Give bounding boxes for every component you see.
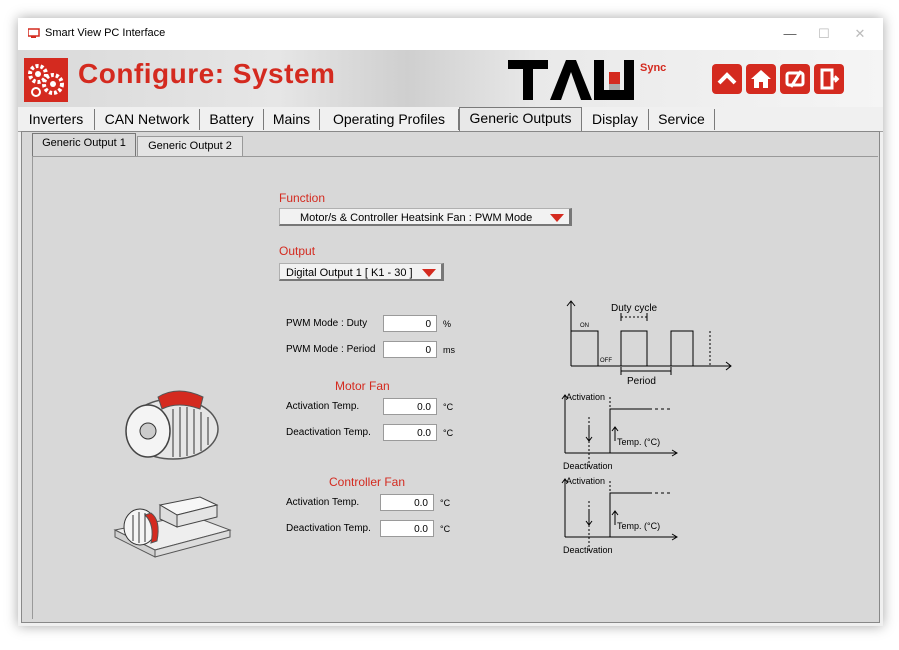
tab-can-network[interactable]: CAN Network — [95, 109, 200, 130]
chevron-up-icon — [717, 72, 737, 85]
tab-generic-outputs[interactable]: Generic Outputs — [459, 107, 582, 132]
tab-inverters[interactable]: Inverters — [18, 109, 95, 130]
temp-label: Temp. (°C) — [617, 437, 660, 447]
motor-activation-unit: °C — [443, 402, 454, 412]
pwm-waveform-diagram: Duty cycle ON OFF Period — [566, 300, 732, 387]
wrench-icon — [785, 70, 805, 88]
off-label: OFF — [600, 358, 612, 364]
function-dropdown[interactable]: Motor/s & Controller Heatsink Fan : PWM … — [279, 208, 572, 226]
motor-deactivation-field[interactable]: 0.0 — [383, 424, 437, 441]
activation-label: Activation — [566, 476, 605, 486]
on-label: ON — [580, 323, 589, 329]
app-header: Configure: System Sync — [18, 50, 883, 107]
deactivation-label: Deactivation — [563, 461, 613, 471]
home-icon — [751, 70, 771, 88]
deactivation-label: Deactivation — [563, 545, 613, 555]
close-button[interactable]: ✕ — [840, 22, 880, 46]
controller-activation-label: Activation Temp. — [286, 497, 360, 508]
tools-button[interactable] — [780, 64, 810, 94]
output-label: Output — [279, 244, 316, 258]
pwm-period-field[interactable]: 0 — [383, 341, 437, 358]
subtab-generic-output-2[interactable]: Generic Output 2 — [137, 136, 243, 156]
controller-illustration — [113, 496, 232, 558]
maximize-button[interactable]: ☐ — [804, 22, 844, 46]
motor-fan-title: Motor Fan — [335, 379, 390, 393]
pwm-duty-unit: % — [443, 319, 452, 329]
main-tabbar: Inverters CAN Network Battery Mains Oper… — [18, 107, 883, 132]
output-value: Digital Output 1 [ K1 - 30 ] — [286, 267, 413, 279]
controller-deactivation-field[interactable]: 0.0 — [380, 520, 434, 537]
activation-label: Activation — [566, 392, 605, 402]
motor-activation-field[interactable]: 0.0 — [383, 398, 437, 415]
motor-hysteresis-diagram: Activation Temp. (°C) Deactivation — [561, 392, 678, 471]
function-value: Motor/s & Controller Heatsink Fan : PWM … — [300, 212, 533, 224]
exit-door-icon — [820, 68, 840, 90]
title-bar: Smart View PC Interface — ☐ ✕ — [18, 18, 883, 50]
dropdown-arrow-icon — [550, 214, 564, 222]
pwm-period-unit: ms — [443, 345, 455, 355]
generic-output-panel: Function Motor/s & Controller Heatsink F… — [32, 156, 878, 619]
period-label: Period — [627, 376, 656, 387]
pwm-duty-field[interactable]: 0 — [383, 315, 437, 332]
pwm-period-label: PWM Mode : Period — [286, 344, 376, 355]
pwm-duty-label: PWM Mode : Duty — [286, 318, 368, 329]
brand-sync-text: Sync — [640, 62, 666, 74]
tab-service[interactable]: Service — [649, 109, 715, 130]
controller-deactivation-label: Deactivation Temp. — [286, 523, 371, 534]
output-dropdown[interactable]: Digital Output 1 [ K1 - 30 ] — [279, 263, 444, 281]
temp-label: Temp. (°C) — [617, 521, 660, 531]
page-title: Configure: System — [78, 58, 336, 89]
dropdown-arrow-icon — [422, 269, 436, 277]
exit-button[interactable] — [814, 64, 844, 94]
controller-activation-unit: °C — [440, 498, 451, 508]
duty-cycle-label: Duty cycle — [611, 303, 658, 314]
controller-hysteresis-diagram: Activation Temp. (°C) Deactivation — [561, 476, 678, 555]
tab-mains[interactable]: Mains — [264, 109, 320, 130]
tau-sync-logo: Sync — [508, 60, 666, 100]
tab-display[interactable]: Display — [582, 109, 649, 130]
motor-illustration — [125, 390, 219, 460]
tab-operating-profiles[interactable]: Operating Profiles — [320, 109, 459, 130]
controller-fan-title: Controller Fan — [329, 475, 406, 489]
motor-deactivation-unit: °C — [443, 428, 454, 438]
motor-deactivation-label: Deactivation Temp. — [286, 427, 371, 438]
up-button[interactable] — [712, 64, 742, 94]
window-title: Smart View PC Interface — [45, 27, 166, 39]
tab-battery[interactable]: Battery — [200, 109, 264, 130]
function-label: Function — [279, 191, 326, 205]
home-button[interactable] — [746, 64, 776, 94]
gears-logo-icon — [24, 58, 68, 102]
app-window: Smart View PC Interface — ☐ ✕ Configure:… — [18, 18, 883, 626]
content-area: Generic Output 1 Generic Output 2 Functi… — [21, 131, 880, 623]
controller-activation-field[interactable]: 0.0 — [380, 494, 434, 511]
motor-activation-label: Activation Temp. — [286, 401, 360, 412]
app-icon — [28, 28, 40, 38]
controller-deactivation-unit: °C — [440, 524, 451, 534]
subtab-generic-output-1[interactable]: Generic Output 1 — [32, 133, 136, 156]
